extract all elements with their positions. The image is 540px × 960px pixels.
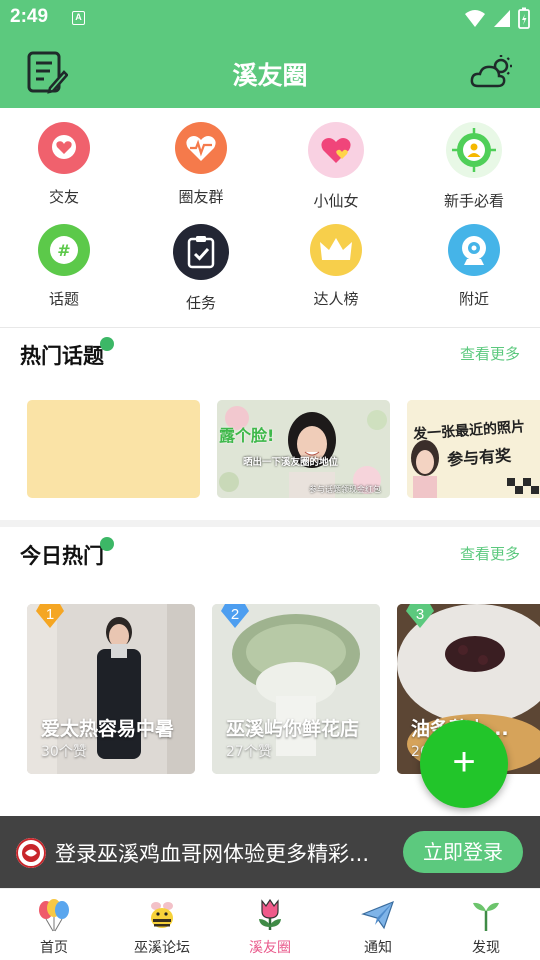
notification-badge: A	[72, 11, 85, 25]
hot-topics-more-link[interactable]: 查看更多	[460, 343, 520, 364]
login-button[interactable]: 立即登录	[403, 831, 523, 873]
section-dot	[100, 537, 114, 551]
tab-xiyouquan[interactable]: 溪友圈	[216, 889, 324, 960]
sprout-icon	[473, 902, 499, 931]
login-prompt-text: 登录巫溪鸡血哥网体验更多精彩...	[55, 842, 370, 866]
svg-text:#: #	[57, 241, 70, 260]
create-post-button[interactable]: +	[420, 720, 508, 808]
category-fairy[interactable]: 小仙女	[276, 112, 396, 212]
section-divider	[0, 520, 540, 527]
tab-forum[interactable]: 巫溪论坛	[108, 889, 216, 960]
tab-label: 溪友圈	[249, 940, 291, 956]
battery-icon	[518, 7, 530, 29]
clipboard-check-icon	[173, 224, 229, 280]
status-icons	[464, 7, 530, 29]
crown-icon	[310, 224, 362, 276]
category-groups[interactable]: 圈友群	[141, 112, 261, 212]
category-grid: 交友 圈友群 小仙女 新手必看 # 话题 任务 达人榜 附近	[0, 112, 540, 324]
hot-card-likes: 30个赞	[41, 744, 87, 760]
tab-label: 通知	[364, 940, 392, 956]
weather-icon[interactable]	[470, 54, 514, 90]
wifi-icon	[465, 10, 485, 27]
heartbeat-icon	[175, 122, 227, 174]
category-newbie-guide[interactable]: 新手必看	[414, 112, 534, 212]
section-dot	[100, 337, 114, 351]
category-label: 话题	[48, 290, 79, 308]
rank-number: 2	[230, 606, 240, 623]
bottom-tab-bar: 首页 巫溪论坛 溪友圈 通知 发现	[0, 888, 540, 960]
hot-card-title: 爱太热容易中暑	[41, 718, 175, 740]
status-time: 2:49	[10, 6, 49, 27]
category-dating[interactable]: 交友	[4, 112, 124, 212]
target-person-icon	[446, 122, 502, 178]
tab-label: 发现	[472, 940, 500, 956]
login-banner: 登录巫溪鸡血哥网体验更多精彩... 立即登录	[0, 816, 540, 888]
tab-home[interactable]: 首页	[0, 889, 108, 960]
tab-label: 首页	[40, 940, 68, 956]
balloons-icon	[39, 899, 69, 932]
category-label: 圈友群	[178, 188, 224, 206]
hot-card-likes: 27个赞	[226, 744, 272, 760]
category-label: 附近	[458, 290, 489, 308]
signal-icon	[494, 10, 510, 27]
topic-card-tag: 参与话题领现金红包	[309, 485, 381, 494]
category-topics[interactable]: # 话题	[4, 214, 124, 314]
heart-chat-icon	[38, 122, 90, 174]
topic-card-sub: 晒出一下溪友圈的地位	[243, 457, 339, 468]
today-hot-title: 今日热门	[20, 544, 104, 568]
tulip-icon	[259, 898, 281, 930]
category-label: 交友	[48, 188, 79, 206]
site-logo-icon	[16, 838, 46, 868]
topic-card-recent-photo[interactable]: 发一张最近的照片 参与有奖	[407, 400, 540, 498]
hot-card[interactable]: 2 巫溪屿你鲜花店 27个赞	[212, 604, 380, 774]
page-title: 溪友圈	[232, 61, 308, 90]
topic-card-overlay: 露个脸!	[219, 426, 275, 445]
hot-card[interactable]: 1 爱太热容易中暑 30个赞	[27, 604, 195, 774]
header: 溪友圈	[0, 36, 540, 108]
tab-notifications[interactable]: 通知	[324, 889, 432, 960]
category-nearby[interactable]: 附近	[414, 214, 534, 314]
category-ranking[interactable]: 达人榜	[276, 214, 396, 314]
topic-card-sub: 参与有奖	[446, 445, 512, 470]
status-bar: 2:49 A	[0, 0, 540, 36]
category-label: 新手必看	[443, 192, 504, 210]
today-hot-more-link[interactable]: 查看更多	[460, 543, 520, 564]
bee-icon	[151, 902, 173, 928]
category-tasks[interactable]: 任务	[141, 214, 261, 314]
paper-plane-icon	[361, 900, 394, 930]
topic-card-show-face[interactable]: 露个脸! 晒出一下溪友圈的地位 参与话题领现金红包	[217, 400, 390, 498]
rank-number: 3	[415, 606, 425, 623]
topic-card[interactable]	[27, 400, 200, 498]
tab-label: 巫溪论坛	[134, 940, 190, 956]
tab-discover[interactable]: 发现	[432, 889, 540, 960]
category-label: 达人榜	[313, 290, 359, 308]
category-label: 小仙女	[313, 192, 359, 210]
hot-topics-title: 热门话题	[20, 344, 104, 368]
hashtag-icon: #	[38, 224, 90, 276]
rank-number: 1	[45, 606, 55, 623]
location-camera-icon	[448, 224, 500, 276]
category-label: 任务	[185, 294, 216, 312]
divider	[0, 327, 540, 328]
pink-heart-icon	[308, 122, 364, 178]
hot-card-title: 巫溪屿你鲜花店	[226, 718, 360, 740]
